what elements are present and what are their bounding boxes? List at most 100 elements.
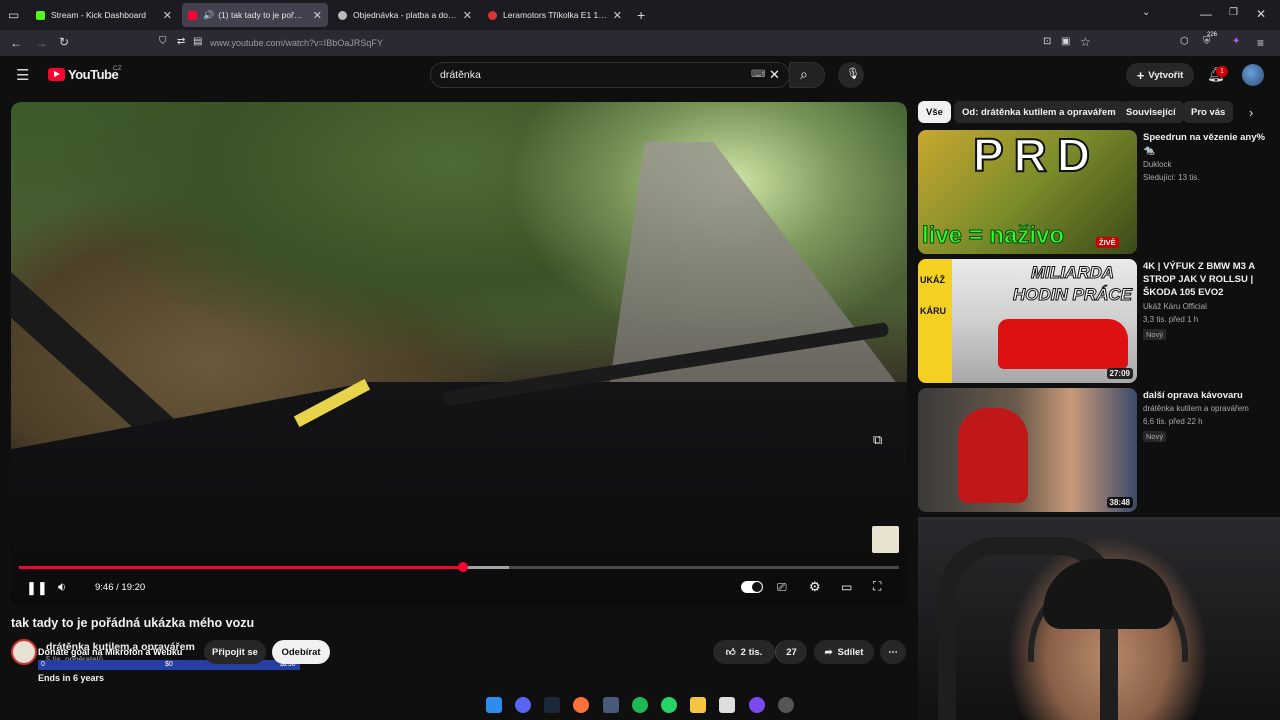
video-player[interactable]: ⧉ xyxy=(11,102,907,606)
settings-app-icon[interactable] xyxy=(778,697,794,713)
voice-search-button[interactable]: 🎙 xyxy=(838,62,864,88)
obs-icon[interactable] xyxy=(749,697,765,713)
whatsapp-icon[interactable] xyxy=(661,697,677,713)
video-title-link[interactable]: 4K | VÝFUK Z BMW M3 A STROP JAK V ROLLSU… xyxy=(1143,260,1273,299)
menu-icon[interactable]: ≡ xyxy=(1257,36,1264,50)
speaker-icon[interactable]: 🔊 xyxy=(203,10,214,21)
notification-badge: 1 xyxy=(1216,66,1228,77)
goal-tick: 0 xyxy=(41,661,45,668)
video-title-link[interactable]: Speedrun na vězenie any% 🐀 xyxy=(1143,131,1273,157)
duration-badge: 38:48 xyxy=(1106,497,1133,508)
streamer-head xyxy=(1043,559,1173,629)
more-horizontal-icon: ⋯ xyxy=(888,646,898,658)
close-tab-icon[interactable]: ✕ xyxy=(613,9,622,22)
tab-title: Leramotors Tříkolka E1 1500W xyxy=(503,10,607,20)
search-box[interactable]: drátěnka ⌨ ✕ xyxy=(430,62,790,88)
fullscreen-icon[interactable]: ⛶ xyxy=(873,579,881,594)
join-button[interactable]: Připojit se xyxy=(204,640,266,664)
duration-badge: 27:09 xyxy=(1106,368,1133,379)
autoplay-toggle[interactable] xyxy=(741,581,763,593)
country-code: CZ xyxy=(113,65,122,72)
progress-played xyxy=(19,566,464,569)
file-explorer-icon[interactable] xyxy=(690,697,706,713)
store-icon[interactable] xyxy=(603,697,619,713)
shield-icon[interactable]: ⛉ xyxy=(159,36,167,47)
miniplayer-icon[interactable]: ⧉ xyxy=(873,432,882,448)
address-field[interactable]: www.youtube.com/watch?v=IBbOaJRSqFY xyxy=(210,38,383,48)
new-tab-icon[interactable]: + xyxy=(637,7,645,23)
clear-search-icon[interactable]: ✕ xyxy=(769,67,780,83)
search-button[interactable]: ⌕ xyxy=(789,62,825,88)
create-button[interactable]: + Vytvořit xyxy=(1126,63,1194,87)
subtitles-icon[interactable]: ⎚ xyxy=(777,580,787,595)
theater-mode-icon[interactable]: ▭ xyxy=(841,580,852,594)
screenshot-icon[interactable]: ⊡ xyxy=(1043,36,1051,47)
back-icon[interactable]: ← xyxy=(10,36,22,50)
video-thumbnail[interactable]: UKÁŽ KÁRU MILIARDA HODIN PRÁCE 27:09 xyxy=(918,259,1137,383)
tab-overview-icon[interactable]: ▭ xyxy=(8,8,19,22)
video-meta: 6,6 tis. před 22 h xyxy=(1143,417,1203,426)
share-button[interactable]: ➦ Sdílet xyxy=(814,640,874,664)
share-arrow-icon: ➦ xyxy=(824,646,833,658)
hamburger-menu-icon[interactable]: ☰ xyxy=(16,66,29,84)
video-title-link[interactable]: další oprava kávovaru xyxy=(1143,389,1273,402)
chip-related[interactable]: Související xyxy=(1118,101,1184,123)
time-display: 9:46 / 19:20 xyxy=(95,582,146,593)
bookmark-star-icon[interactable]: ☆ xyxy=(1080,35,1091,49)
paint-icon[interactable] xyxy=(719,697,735,713)
permissions-icon[interactable]: ⇄ xyxy=(177,36,185,47)
more-actions-button[interactable]: ⋯ xyxy=(880,640,906,664)
close-tab-icon[interactable]: ✕ xyxy=(313,9,322,22)
thumbs-up-icon: 👍︎ xyxy=(725,647,736,658)
channel-name[interactable]: Ukáž Káru Official xyxy=(1143,302,1207,311)
firefox-icon[interactable] xyxy=(573,697,589,713)
thumbnail-text: MILIARDA HODIN PRÁCE xyxy=(1012,263,1132,305)
spotify-icon[interactable] xyxy=(632,697,648,713)
reader-view-icon[interactable]: ▣ xyxy=(1061,36,1070,47)
tab-title: Stream - Kick Dashboard xyxy=(51,10,146,20)
close-tab-icon[interactable]: ✕ xyxy=(463,9,472,22)
page-icon[interactable]: ▤ xyxy=(193,36,202,47)
settings-gear-icon[interactable]: ⚙ xyxy=(809,579,821,595)
chevron-right-icon[interactable]: › xyxy=(1249,105,1253,120)
channel-watermark[interactable] xyxy=(872,526,899,553)
reload-icon[interactable]: ↻ xyxy=(59,35,69,49)
chip-from-channel[interactable]: Od: drátěnka kutilem a opravářem xyxy=(954,101,1124,123)
thumbnail-coffee-machine xyxy=(958,408,1028,503)
discord-icon[interactable] xyxy=(515,697,531,713)
video-thumbnail[interactable]: PRD live = naživo ŽIVĚ xyxy=(918,130,1137,254)
tab-youtube-video[interactable]: 🔊 (1) tak tady to je pořádná ukázka ✕ xyxy=(182,3,328,27)
channel-avatar[interactable] xyxy=(11,639,37,665)
kick-favicon-icon xyxy=(36,10,45,20)
video-thumbnail[interactable]: 38:48 xyxy=(918,388,1137,512)
chevron-down-icon[interactable]: ⌄ xyxy=(1142,7,1150,18)
forward-icon[interactable]: → xyxy=(35,36,47,50)
twitch-ext-icon[interactable]: ✦ xyxy=(1232,36,1240,47)
volume-icon[interactable]: 🔉︎ xyxy=(58,579,66,595)
channel-name[interactable]: Duklock xyxy=(1143,160,1171,169)
search-input[interactable]: drátěnka xyxy=(440,69,481,81)
maximize-icon[interactable]: ❐ xyxy=(1229,7,1238,18)
channel-name[interactable]: drátěnka kutilem a opravářem xyxy=(1143,404,1249,413)
windows-start-icon[interactable] xyxy=(486,697,502,713)
like-button[interactable]: 👍︎ 2 tis. xyxy=(713,640,775,664)
extensions-icon[interactable]: ⬡ xyxy=(1180,36,1189,47)
pause-icon[interactable]: ❚❚ xyxy=(26,580,48,596)
like-count: 2 tis. xyxy=(740,646,763,658)
live-badge: ŽIVĚ xyxy=(1096,237,1119,248)
steam-icon[interactable] xyxy=(544,697,560,713)
minimize-icon[interactable]: — xyxy=(1200,7,1212,21)
tab-leramotors[interactable]: Leramotors Tříkolka E1 1500W ✕ xyxy=(482,3,628,27)
webcam-overlay xyxy=(918,517,1280,720)
tab-kick-dashboard[interactable]: Stream - Kick Dashboard ✕ xyxy=(30,3,178,27)
keyboard-icon[interactable]: ⌨ xyxy=(751,69,765,80)
close-tab-icon[interactable]: ✕ xyxy=(163,9,172,22)
chip-label: Související xyxy=(1126,106,1176,118)
account-avatar[interactable] xyxy=(1242,64,1264,86)
chip-for-you[interactable]: Pro vás xyxy=(1183,101,1234,123)
subscribe-button[interactable]: Odebírat xyxy=(272,640,330,664)
chip-all[interactable]: Vše xyxy=(918,101,951,123)
close-window-icon[interactable]: ✕ xyxy=(1256,7,1266,21)
tab-objednavka[interactable]: Objednávka - platba a doprava ✕ xyxy=(332,3,478,27)
dislike-button[interactable]: 27 xyxy=(775,640,807,664)
